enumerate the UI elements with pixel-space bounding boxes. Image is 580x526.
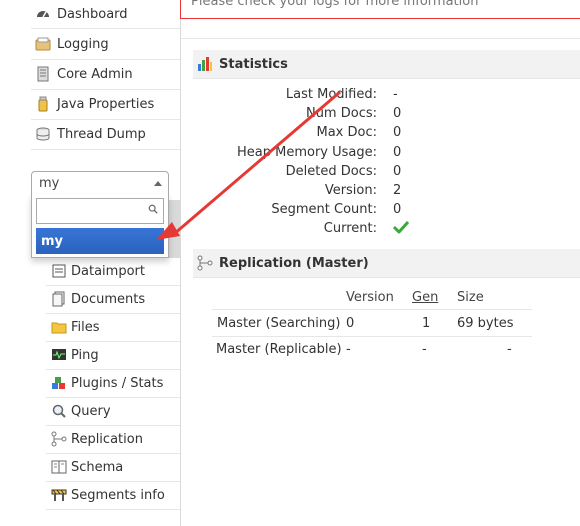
annotation-arrow xyxy=(156,90,341,240)
